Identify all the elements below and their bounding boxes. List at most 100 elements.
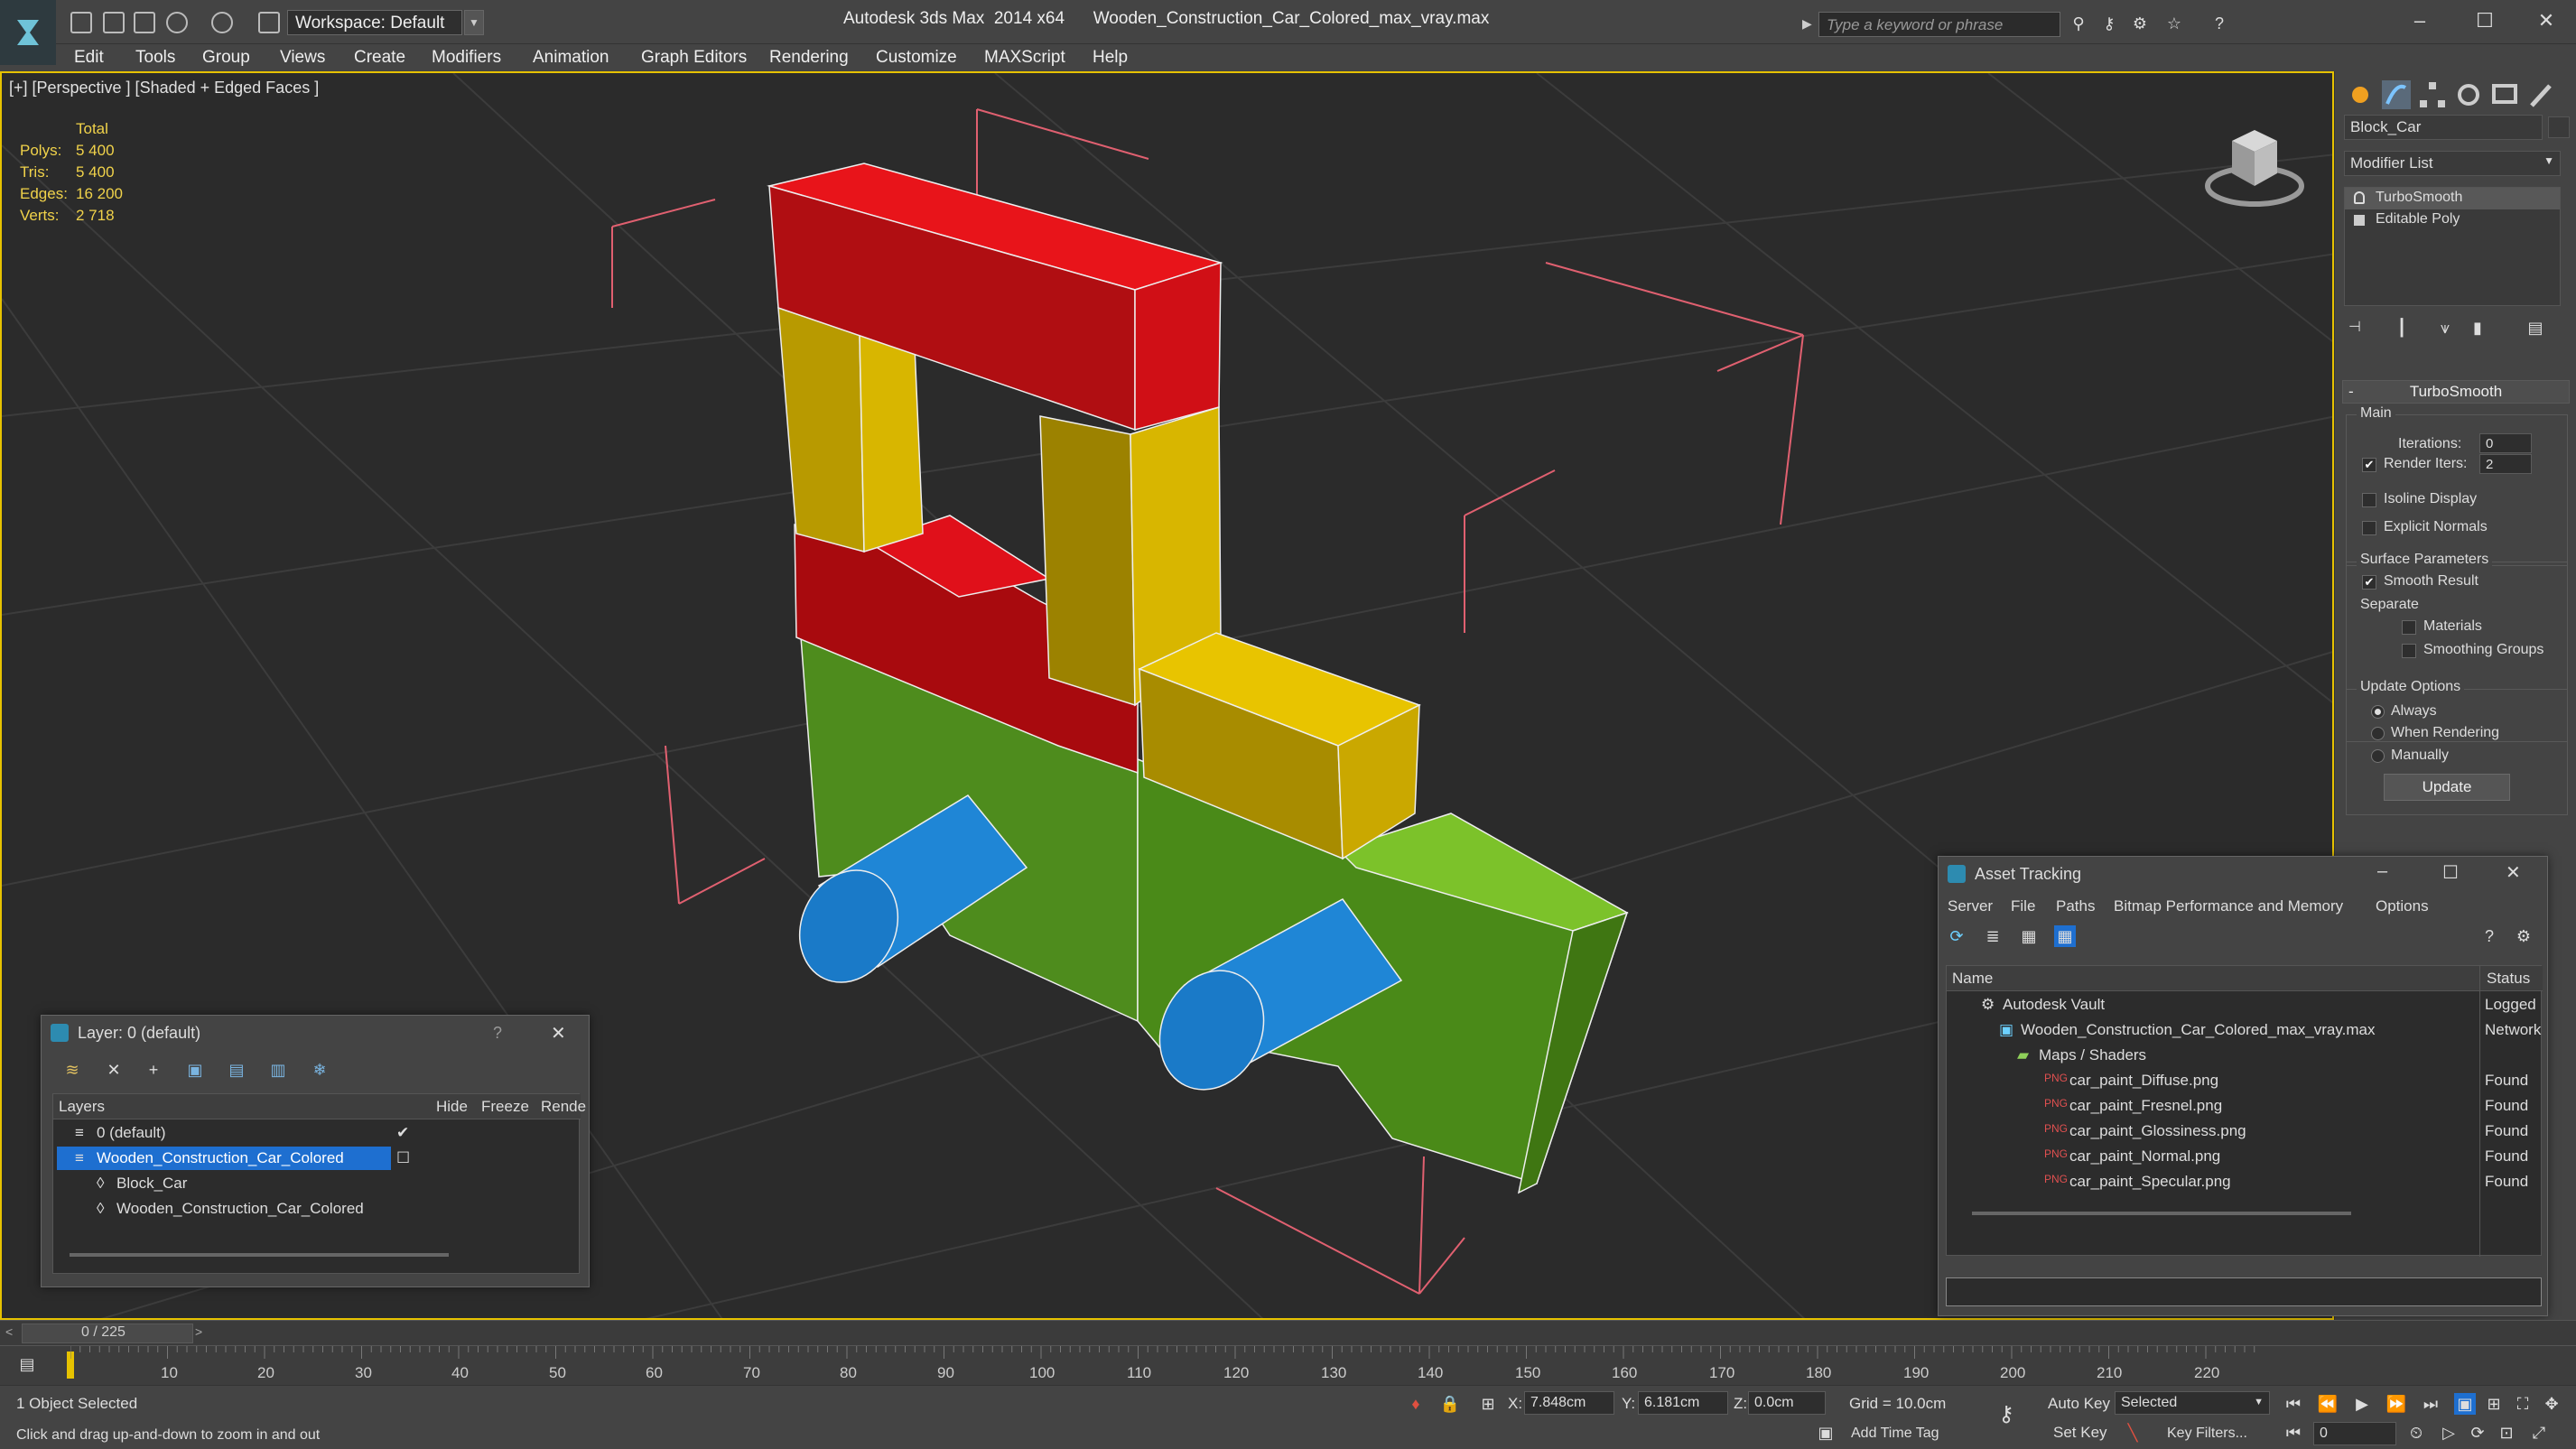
- asset-path-field[interactable]: [1946, 1277, 2542, 1306]
- zoom-region-icon[interactable]: ⊡: [2496, 1422, 2517, 1444]
- help-icon[interactable]: ?: [2478, 925, 2500, 947]
- column-render[interactable]: Rende: [541, 1098, 586, 1116]
- menu-tools[interactable]: Tools: [135, 48, 175, 68]
- key-filter-icon[interactable]: ╲: [2122, 1422, 2144, 1444]
- isolate-selection-icon[interactable]: ♦: [1405, 1393, 1427, 1415]
- render-iters-checkbox[interactable]: ✔: [2362, 458, 2376, 472]
- close-icon[interactable]: ✕: [551, 1022, 566, 1045]
- time-config-icon[interactable]: ⏲: [2405, 1422, 2427, 1444]
- menu-file[interactable]: File: [2011, 897, 2035, 915]
- materials-checkbox[interactable]: [2402, 620, 2416, 635]
- motion-tab-icon[interactable]: [2452, 79, 2485, 111]
- time-slider[interactable]: < 0 / 225 >: [0, 1320, 2576, 1345]
- render-iters-spinner[interactable]: 2: [2479, 454, 2532, 474]
- z-coordinate-field[interactable]: 0.0cm: [1748, 1391, 1826, 1415]
- save-file-icon[interactable]: [134, 12, 155, 33]
- asset-tracking-title-bar[interactable]: Asset Tracking – ☐ ✕: [1939, 857, 2547, 891]
- smoothing-groups-checkbox[interactable]: [2402, 644, 2416, 658]
- current-frame-field[interactable]: 0: [2313, 1422, 2396, 1445]
- when-rendering-radio[interactable]: [2371, 727, 2385, 740]
- key-mode-icon[interactable]: ⏮: [2283, 1422, 2304, 1444]
- table-view-icon[interactable]: ▦: [2054, 925, 2076, 947]
- absolute-mode-icon[interactable]: ⊞: [1477, 1393, 1499, 1415]
- always-radio[interactable]: [2371, 705, 2385, 719]
- object-color-swatch[interactable]: [2548, 116, 2570, 138]
- undo-icon[interactable]: [166, 12, 188, 33]
- table-row[interactable]: PNG car_paint_Specular.png Found: [1947, 1170, 2543, 1195]
- viewcube-icon[interactable]: [2200, 114, 2309, 213]
- chevron-down-icon[interactable]: ▼: [464, 10, 484, 35]
- hide-all-icon[interactable]: ▥: [267, 1059, 289, 1081]
- refresh-icon[interactable]: ⟳: [1946, 925, 1967, 947]
- hierarchy-tab-icon[interactable]: [2416, 79, 2449, 111]
- manually-radio[interactable]: [2371, 749, 2385, 763]
- table-row[interactable]: ⚙ Autodesk Vault Logged: [1947, 993, 2543, 1018]
- go-to-end-icon[interactable]: ⏭: [2420, 1393, 2441, 1415]
- display-tab-icon[interactable]: [2488, 79, 2521, 111]
- mini-curve-editor-icon[interactable]: ▤: [16, 1353, 38, 1375]
- close-button[interactable]: ✕: [2528, 5, 2564, 36]
- layer-row[interactable]: ◊ Block_Car: [53, 1172, 581, 1197]
- delete-layer-icon[interactable]: ✕: [103, 1059, 125, 1081]
- modifier-list-dropdown[interactable]: Modifier List ▼: [2344, 151, 2561, 176]
- configure-sets-icon[interactable]: ▤: [2525, 317, 2546, 339]
- help-icon[interactable]: ?: [2209, 13, 2230, 34]
- layer-row[interactable]: ◊ Wooden_Construction_Car_Colored: [53, 1197, 581, 1222]
- current-layer-check-icon[interactable]: ✔: [396, 1124, 409, 1142]
- column-hide[interactable]: Hide: [436, 1098, 468, 1116]
- table-row[interactable]: PNG car_paint_Normal.png Found: [1947, 1145, 2543, 1170]
- x-coordinate-field[interactable]: 7.848cm: [1524, 1391, 1614, 1415]
- create-tab-icon[interactable]: [2344, 79, 2376, 111]
- horizontal-scrollbar[interactable]: [70, 1253, 449, 1257]
- table-row[interactable]: PNG car_paint_Fresnel.png Found: [1947, 1094, 2543, 1119]
- project-folder-icon[interactable]: [258, 12, 280, 33]
- maximize-viewport-icon[interactable]: ⤢: [2528, 1422, 2550, 1444]
- menu-edit[interactable]: Edit: [74, 48, 104, 68]
- set-current-box-icon[interactable]: ☐: [396, 1149, 410, 1167]
- menu-paths[interactable]: Paths: [2056, 897, 2095, 915]
- help-button[interactable]: ?: [493, 1024, 502, 1043]
- menu-group[interactable]: Group: [202, 48, 250, 68]
- detail-view-icon[interactable]: ▦: [2018, 925, 2040, 947]
- maximize-button[interactable]: ☐: [2442, 861, 2459, 884]
- communication-icon[interactable]: ⚙: [2129, 13, 2151, 34]
- column-status[interactable]: Status: [2487, 970, 2530, 988]
- time-tag-icon[interactable]: ▣: [1815, 1422, 1837, 1444]
- utilities-tab-icon[interactable]: [2525, 79, 2557, 111]
- iterations-spinner[interactable]: 0: [2479, 433, 2532, 453]
- open-file-icon[interactable]: [103, 12, 125, 33]
- stack-item-turbosmooth[interactable]: TurboSmooth: [2345, 188, 2560, 209]
- set-key-button[interactable]: Set Key: [2053, 1424, 2107, 1442]
- make-unique-icon[interactable]: ⩛: [2434, 317, 2456, 339]
- menu-views[interactable]: Views: [280, 48, 325, 68]
- new-file-icon[interactable]: [70, 12, 92, 33]
- redo-icon[interactable]: [211, 12, 233, 33]
- horizontal-scrollbar[interactable]: [1972, 1212, 2351, 1215]
- next-frame-icon[interactable]: ⏩: [2385, 1393, 2407, 1415]
- workspace-dropdown[interactable]: Workspace: Default: [287, 10, 462, 35]
- turbosmooth-rollout-header[interactable]: - TurboSmooth: [2342, 380, 2570, 404]
- table-row[interactable]: PNG car_paint_Diffuse.png Found: [1947, 1069, 2543, 1094]
- menu-maxscript[interactable]: MAXScript: [984, 48, 1065, 68]
- highlight-layer-icon[interactable]: ▤: [226, 1059, 247, 1081]
- binoculars-icon[interactable]: ⚲: [2068, 13, 2089, 34]
- add-to-layer-icon[interactable]: +: [143, 1059, 164, 1081]
- set-key-icon[interactable]: ⚷: [1995, 1404, 2017, 1426]
- layer-row[interactable]: ≡ Wooden_Construction_Car_Colored ☐: [53, 1147, 581, 1172]
- search-input[interactable]: Type a keyword or phrase: [1818, 12, 2060, 37]
- explicit-normals-checkbox[interactable]: [2362, 521, 2376, 535]
- app-logo-icon[interactable]: [0, 0, 56, 65]
- selected-dropdown[interactable]: Selected ▼: [2115, 1391, 2270, 1415]
- table-row[interactable]: ▣ Wooden_Construction_Car_Colored_max_vr…: [1947, 1018, 2543, 1044]
- update-button[interactable]: Update: [2384, 774, 2510, 801]
- field-of-view-icon[interactable]: ⛶: [2512, 1393, 2534, 1415]
- stack-item-editable-poly[interactable]: Editable Poly: [2345, 209, 2560, 231]
- menu-animation[interactable]: Animation: [533, 48, 609, 68]
- freeze-all-icon[interactable]: ❄: [309, 1059, 330, 1081]
- menu-graph-editors[interactable]: Graph Editors: [641, 48, 747, 68]
- table-row[interactable]: ▰ Maps / Shaders: [1947, 1044, 2543, 1069]
- menu-customize[interactable]: Customize: [876, 48, 957, 68]
- pan-view-icon[interactable]: ✥: [2541, 1393, 2562, 1415]
- menu-create[interactable]: Create: [354, 48, 405, 68]
- column-freeze[interactable]: Freeze: [481, 1098, 529, 1116]
